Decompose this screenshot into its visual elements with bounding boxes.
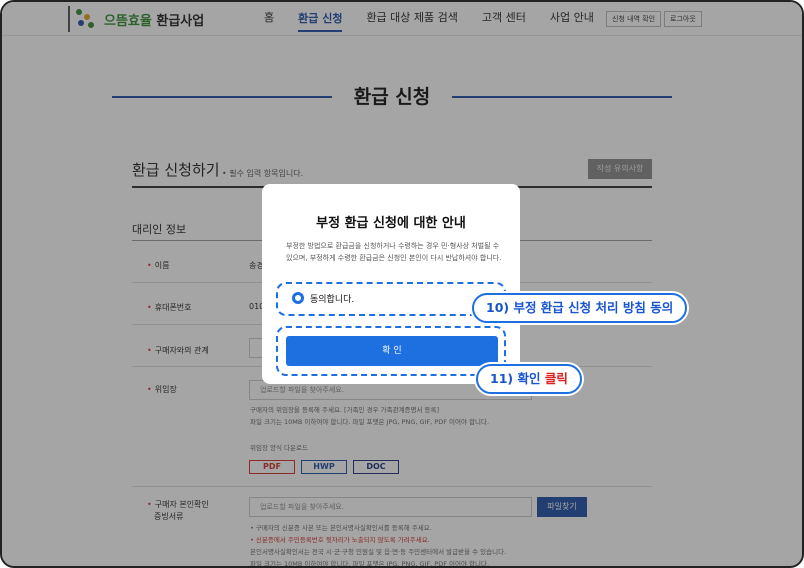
agree-label[interactable]: 동의합니다. [310, 292, 354, 305]
confirm-button[interactable]: 확 인 [286, 336, 498, 366]
step11-prefix: 11) 확인 [490, 371, 541, 386]
modal-description: 부정한 방법으로 환급금을 신청하거나 수령하는 경우 민·형사상 처벌될 수 … [286, 242, 502, 262]
agree-radio[interactable] [292, 292, 304, 304]
step11-callout: 11) 확인 클릭 [476, 364, 582, 394]
browser-frame: 으뜸효율 환급사업 홈 환급 신청 환급 대상 제품 검색 고객 센터 사업 안… [0, 0, 804, 568]
step10-callout: 10) 부정 환급 신청 처리 방침 동의 [472, 293, 688, 323]
step11-action: 클릭 [544, 371, 568, 386]
modal-title: 부정 환급 신청에 대한 안내 [316, 216, 466, 231]
